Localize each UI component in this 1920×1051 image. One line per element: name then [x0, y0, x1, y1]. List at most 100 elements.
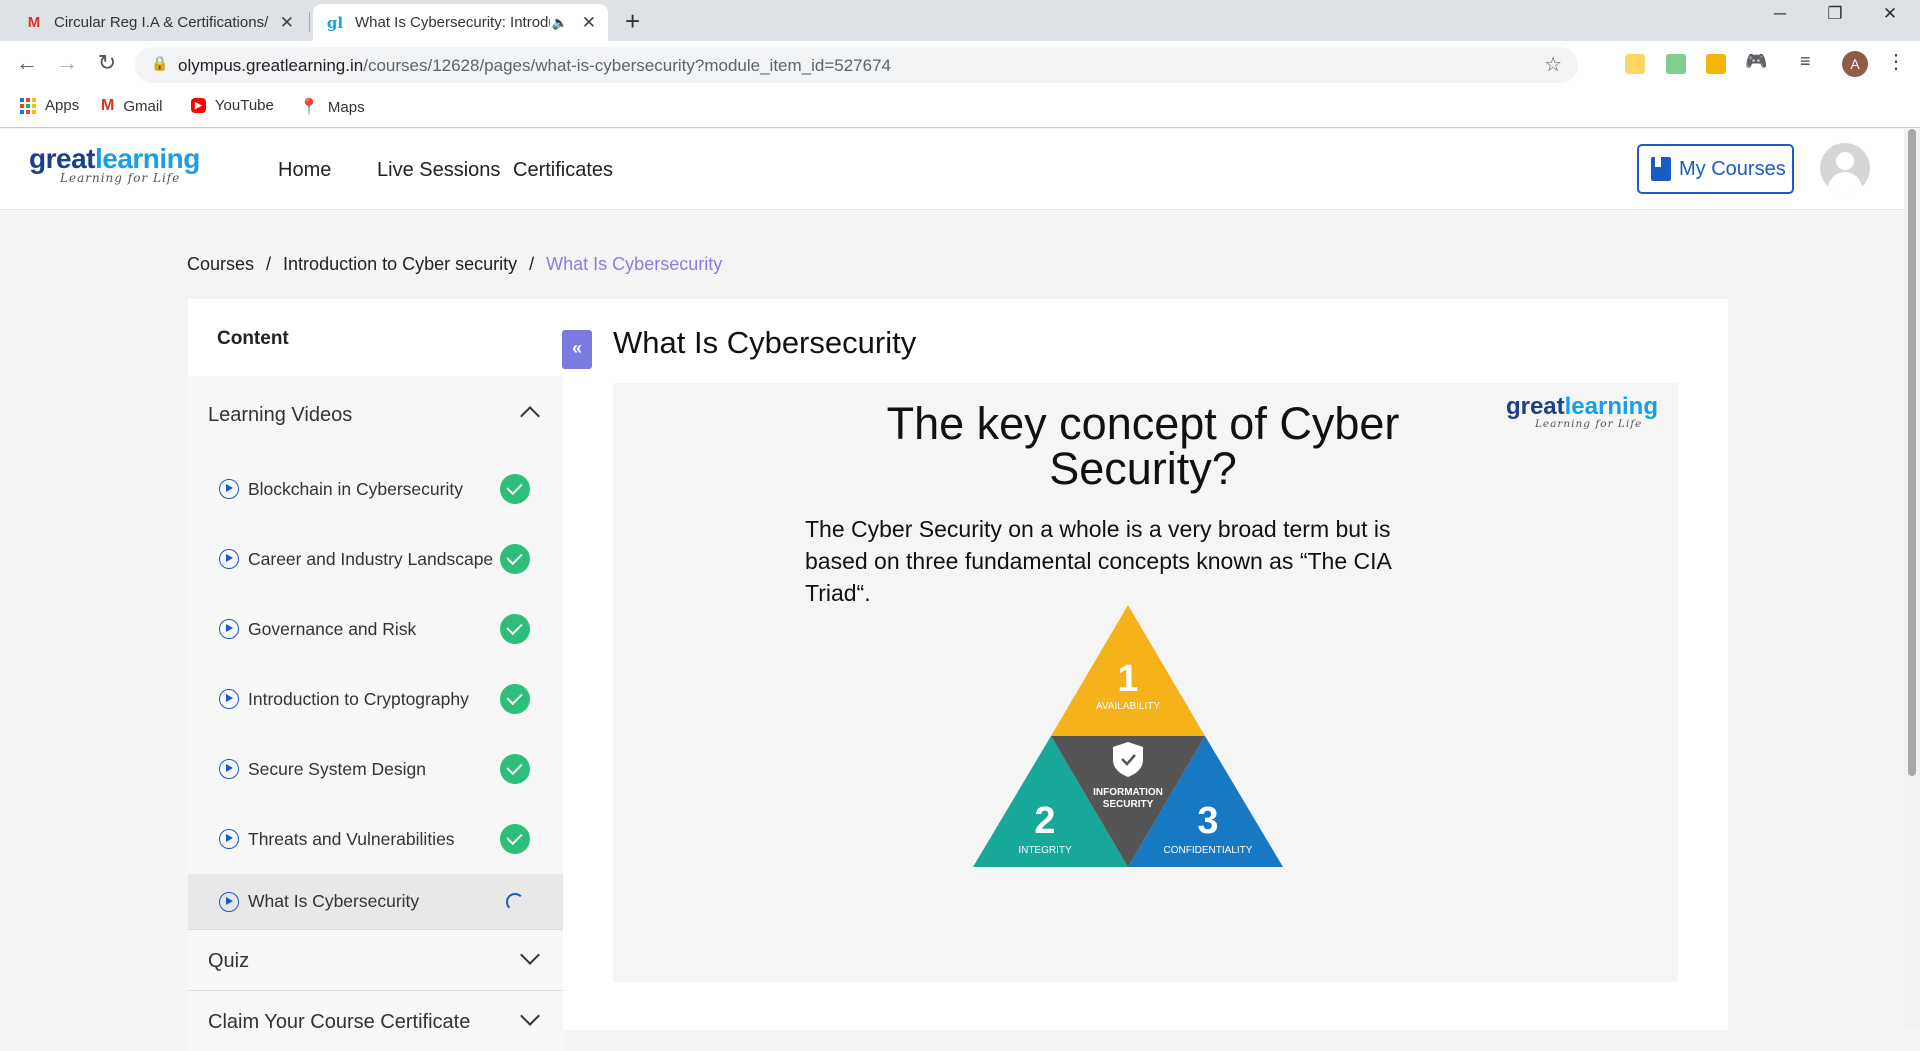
url-path: /courses/12628/pages/what-is-cybersecuri… — [363, 56, 891, 75]
tab-divider — [309, 12, 310, 32]
item-label: Governance and Risk — [248, 618, 417, 639]
greatlearning-logo[interactable]: greatlearning Learning for Life — [29, 143, 200, 185]
apps-grid-icon — [20, 97, 36, 114]
user-avatar[interactable] — [1820, 143, 1870, 193]
play-circle-icon — [219, 549, 239, 569]
url-text[interactable]: olympus.greatlearning.in/courses/12628/p… — [178, 56, 891, 76]
sidebar-item-active[interactable]: What Is Cybersecurity — [188, 874, 563, 929]
extension-notes-icon[interactable] — [1625, 54, 1645, 74]
page-title: What Is Cybersecurity — [613, 325, 917, 360]
logo-text-1: great — [29, 143, 95, 174]
collapse-sidebar-button[interactable]: « — [562, 330, 592, 369]
breadcrumb-current: What Is Cybersecurity — [546, 254, 723, 274]
triad-right-number: 3 — [1197, 800, 1218, 842]
cia-triad-diagram: 1 AVAILABILITY 2 INTEGRITY 3 CONFIDENTIA… — [973, 605, 1283, 867]
sidebar-item[interactable]: Threats and Vulnerabilities — [188, 804, 563, 874]
item-label: Career and Industry Landscape — [248, 548, 494, 569]
slide-logo-tagline: Learning for Life — [1534, 418, 1643, 430]
sidebar-item[interactable]: Introduction to Cryptography — [188, 664, 563, 734]
breadcrumb-course[interactable]: Introduction to Cyber security — [283, 254, 517, 275]
profile-avatar[interactable]: A — [1842, 51, 1868, 77]
sidebar-item[interactable]: Career and Industry Landscape — [188, 524, 563, 594]
breadcrumb-courses[interactable]: Courses — [187, 254, 254, 275]
logo-tagline: Learning for Life — [60, 171, 181, 185]
check-circle-icon — [500, 614, 530, 644]
speaker-icon[interactable]: 🔈 — [552, 15, 568, 31]
section-certificate[interactable]: Claim Your Course Certificate — [188, 990, 563, 1051]
check-circle-icon — [500, 824, 530, 854]
triad-center-label-1: INFORMATION — [1093, 787, 1163, 798]
section-quiz[interactable]: Quiz — [188, 929, 563, 990]
play-circle-icon — [219, 479, 239, 499]
bookmark-maps[interactable]: 📍 Maps — [299, 97, 365, 117]
sidebar-item[interactable]: Governance and Risk — [188, 594, 563, 664]
breadcrumb-separator: / — [266, 254, 272, 274]
browser-tab-active[interactable]: gl What Is Cybersecurity: Introduction 🔈… — [313, 4, 608, 41]
sidebar-heading: Content — [188, 299, 563, 376]
youtube-icon: ▶ — [191, 98, 206, 113]
avatar-head — [1836, 152, 1854, 170]
main-content: What Is Cybersecurity greatlearning Lear… — [563, 299, 1728, 1030]
item-label: Threats and Vulnerabilities — [248, 828, 455, 849]
back-icon[interactable]: ← — [12, 50, 42, 76]
media-controls-icon[interactable]: ≡ — [1800, 51, 1811, 72]
bookmark-star-icon[interactable]: ☆ — [1544, 52, 1562, 77]
close-tab-icon[interactable]: ✕ — [280, 13, 294, 33]
breadcrumb: Courses / Introduction to Cyber security… — [187, 254, 722, 275]
lock-icon[interactable]: 🔒 — [151, 55, 168, 72]
slide-logo-text-2: learning — [1564, 393, 1658, 420]
new-tab-button[interactable]: + — [625, 6, 640, 37]
item-label: Introduction to Cryptography — [248, 688, 469, 709]
extension-sheets-icon[interactable] — [1666, 54, 1686, 74]
section-learning-videos: Learning Videos Blockchain in Cybersecur… — [188, 376, 563, 929]
triad-top-number: 1 — [1117, 658, 1138, 700]
gamepad-icon[interactable]: 🎮 — [1745, 51, 1767, 72]
forward-icon[interactable]: → — [52, 50, 82, 76]
slide-logo: greatlearning Learning for Life — [1506, 393, 1658, 430]
my-courses-label: My Courses — [1679, 157, 1786, 180]
browser-tab-gmail[interactable]: M Circular Reg I.A & Certifications/ ✕ — [12, 4, 306, 41]
chevron-up-icon — [520, 406, 540, 426]
page-scrollbar[interactable] — [1904, 129, 1920, 1030]
sidebar-item[interactable]: Secure System Design — [188, 734, 563, 804]
video-slide[interactable]: greatlearning Learning for Life The key … — [613, 383, 1678, 982]
nav-home[interactable]: Home — [278, 159, 331, 182]
play-circle-icon — [219, 829, 239, 849]
play-circle-icon — [219, 619, 239, 639]
gmail-icon: M — [101, 97, 115, 114]
close-tab-icon[interactable]: ✕ — [582, 13, 596, 33]
section-header-learning-videos[interactable]: Learning Videos — [188, 376, 563, 454]
reload-icon[interactable]: ↻ — [92, 50, 122, 76]
extension-download-icon[interactable] — [1706, 54, 1726, 74]
bookmark-label: Apps — [45, 97, 80, 114]
triad-top-label: AVAILABILITY — [1096, 701, 1160, 712]
triad-center-label-2: SECURITY — [1103, 799, 1154, 810]
tab-title: What Is Cybersecurity: Introduction — [355, 14, 550, 31]
triad-left-label: INTEGRITY — [1018, 845, 1072, 856]
bookmark-label: Gmail — [123, 97, 163, 115]
bookmark-apps[interactable]: Apps — [20, 97, 79, 114]
item-label: Blockchain in Cybersecurity — [248, 478, 463, 499]
nav-certificates[interactable]: Certificates — [513, 159, 613, 182]
address-bar[interactable]: 🔒 olympus.greatlearning.in/courses/12628… — [135, 47, 1578, 83]
close-window-icon[interactable]: ✕ — [1862, 4, 1918, 24]
scrollbar-thumb[interactable] — [1908, 129, 1916, 776]
nav-live-sessions[interactable]: Live Sessions — [377, 159, 500, 182]
book-icon — [1651, 157, 1671, 181]
play-circle-icon — [219, 689, 239, 709]
bookmark-youtube[interactable]: ▶ YouTube — [191, 97, 274, 114]
loading-spinner-icon — [506, 892, 524, 911]
my-courses-button[interactable]: My Courses — [1637, 144, 1794, 194]
sidebar-item[interactable]: Blockchain in Cybersecurity — [188, 454, 563, 524]
section-title: Quiz — [208, 950, 250, 972]
breadcrumb-separator: / — [529, 254, 535, 274]
browser-toolbar: ← → ↻ 🔒 olympus.greatlearning.in/courses… — [0, 41, 1920, 88]
minimize-icon[interactable]: ─ — [1752, 4, 1808, 24]
browser-tab-bar: M Circular Reg I.A & Certifications/ ✕ g… — [0, 0, 1920, 41]
bookmark-gmail[interactable]: M Gmail — [101, 97, 163, 115]
tab-title: Circular Reg I.A & Certifications/ — [54, 14, 269, 31]
maps-icon: 📍 — [299, 99, 319, 116]
restore-icon[interactable]: ❐ — [1807, 4, 1863, 24]
browser-menu-icon[interactable]: ⋮ — [1886, 49, 1906, 74]
chevron-down-icon — [520, 945, 540, 965]
